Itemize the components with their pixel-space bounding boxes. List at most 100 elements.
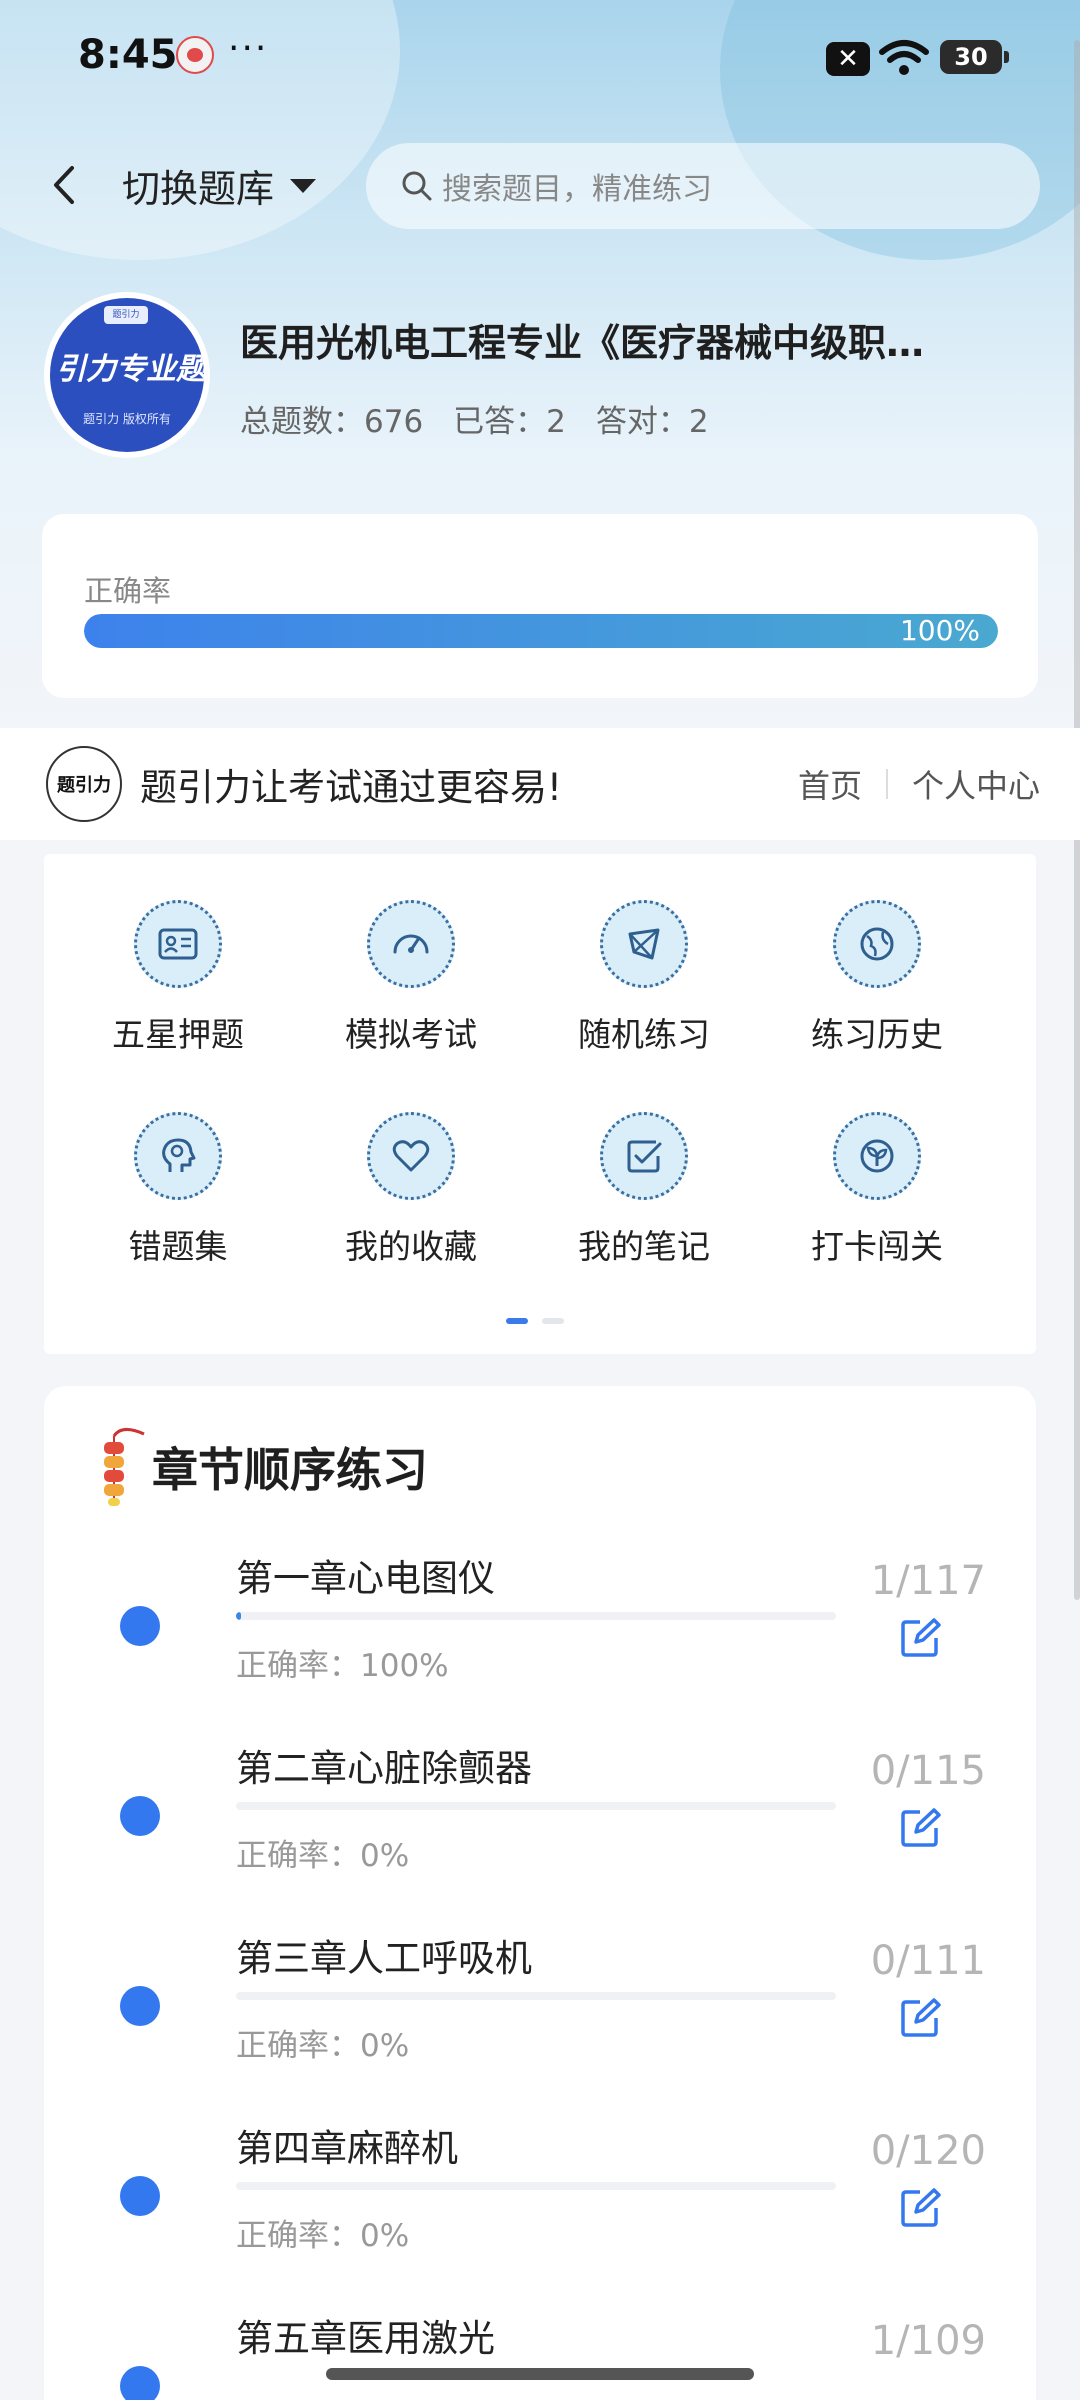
feature-label: 模拟考试: [345, 1015, 477, 1054]
battery-icon: 30: [940, 40, 1009, 74]
back-arrow-icon[interactable]: [44, 160, 84, 210]
logo-title: 引力专业题: [56, 352, 204, 387]
chapter-name: 第三章人工呼吸机: [236, 1937, 532, 1980]
promo-banner: 题引力 题引力让考试通过更容易! 首页 个人中心: [0, 728, 1080, 840]
chapter-progress-bar: [236, 2182, 836, 2190]
personal-center-link[interactable]: 个人中心: [912, 761, 1040, 807]
wifi-icon: [879, 40, 929, 75]
chapter-item[interactable]: 第一章心电图仪 正确率：100% 1/117: [44, 1548, 1036, 1738]
chapter-item[interactable]: 第二章心脏除颤器 正确率：0% 0/115: [44, 1738, 1036, 1928]
chapter-item[interactable]: 第五章医用激光 1/109: [44, 2308, 1036, 2400]
bank-stats: 总题数：676 已答：2 答对：2: [240, 396, 709, 441]
chapter-count: 0/120: [870, 2128, 986, 2174]
feature-five-star[interactable]: 五星押题: [78, 900, 278, 1060]
feature-notes[interactable]: 我的笔记: [544, 1112, 744, 1272]
chapter-practice-card: 章节顺序练习 第一章心电图仪 正确率：100% 1/117 第二章心脏除颤器 正…: [44, 1386, 1036, 2400]
chapter-section-title: 章节顺序练习: [152, 1443, 428, 1497]
note-check-icon: [600, 1112, 688, 1200]
page-dot[interactable]: [542, 1318, 564, 1324]
sprout-icon: [833, 1112, 921, 1200]
edit-icon[interactable]: [898, 1996, 942, 2040]
chapter-name: 第二章心脏除颤器: [236, 1747, 532, 1790]
chapter-progress-bar: [236, 1802, 836, 1810]
chapter-dot: [120, 2176, 160, 2216]
accuracy-value: 100%: [899, 614, 980, 647]
edit-icon[interactable]: [898, 1806, 942, 1850]
close-box-icon: ✕: [826, 42, 870, 76]
accuracy-progress-bar: 100%: [84, 614, 998, 648]
switch-bank-dropdown[interactable]: 切换题库: [122, 158, 317, 213]
chapter-dot: [120, 2366, 160, 2400]
stat-total: 总题数：676: [240, 404, 424, 440]
random-shape-icon: [600, 900, 688, 988]
chapter-item[interactable]: 第三章人工呼吸机 正确率：0% 0/111: [44, 1928, 1036, 2118]
feature-grid: 五星押题 模拟考试 随机练习 练习历史 错题集 我的收藏 我的笔记 打卡闯关: [44, 854, 1036, 1354]
search-input[interactable]: 搜索题目，精准练习: [366, 143, 1040, 229]
feature-checkin[interactable]: 打卡闯关: [777, 1112, 977, 1272]
banner-slogan: 题引力让考试通过更容易!: [140, 766, 562, 809]
chapter-count: 0/111: [870, 1938, 986, 1984]
switch-bank-label: 切换题库: [122, 167, 275, 211]
logo-badge: 题引力: [104, 306, 148, 324]
feature-label: 随机练习: [578, 1015, 710, 1054]
home-indicator[interactable]: [326, 2368, 754, 2380]
feature-label: 我的收藏: [345, 1227, 477, 1266]
feature-label: 打卡闯关: [811, 1227, 943, 1266]
feature-label: 练习历史: [811, 1015, 943, 1054]
chapter-progress-bar: [236, 1992, 836, 2000]
stat-answered: 已答：2: [453, 404, 566, 440]
heart-icon: [367, 1112, 455, 1200]
bank-title: 医用光机电工程专业《医疗器械中级职…: [240, 321, 925, 365]
feature-history[interactable]: 练习历史: [777, 900, 977, 1060]
more-notifications-icon: ···: [228, 28, 269, 69]
feature-random-practice[interactable]: 随机练习: [544, 900, 744, 1060]
feature-mock-exam[interactable]: 模拟考试: [311, 900, 511, 1060]
logo-subtitle: 题引力 版权所有: [83, 412, 171, 426]
search-placeholder: 搜索题目，精准练习: [442, 172, 712, 207]
chapter-progress-bar: [236, 1612, 836, 1620]
app-notification-icon: [176, 36, 214, 74]
chapter-accuracy: 正确率：0%: [236, 1838, 410, 1874]
feature-label: 错题集: [128, 1227, 228, 1266]
home-link[interactable]: 首页: [798, 761, 862, 807]
chapter-count: 0/115: [870, 1748, 986, 1794]
speedometer-icon: [367, 900, 455, 988]
chapter-accuracy: 正确率：100%: [236, 1648, 449, 1684]
stat-correct: 答对：2: [595, 404, 709, 440]
bank-logo: 题引力 引力专业题 题引力 版权所有: [44, 292, 210, 458]
edit-icon[interactable]: [898, 1616, 942, 1660]
accuracy-label: 正确率: [84, 574, 172, 608]
accuracy-card: 正确率 100%: [42, 514, 1038, 698]
status-bar: 8:45 ··· ✕ 30: [0, 0, 1080, 120]
chapter-progress-fill: [236, 1612, 242, 1620]
id-card-icon: [134, 900, 222, 988]
feature-wrong-questions[interactable]: 错题集: [78, 1112, 278, 1272]
chapter-accuracy: 正确率：0%: [236, 2028, 410, 2064]
chapter-count: 1/117: [870, 1558, 986, 1604]
chapter-header: 章节顺序练习: [94, 1422, 428, 1512]
chapter-name: 第四章麻醉机: [236, 2127, 458, 2170]
page-dot-active[interactable]: [506, 1318, 528, 1324]
page-indicator: [506, 1318, 564, 1324]
feature-label: 我的笔记: [578, 1227, 710, 1266]
edit-icon[interactable]: [898, 2186, 942, 2230]
chapter-dot: [120, 1796, 160, 1836]
globe-icon: [833, 900, 921, 988]
chapter-dot: [120, 1606, 160, 1646]
status-time: 8:45: [78, 32, 178, 78]
chapter-item[interactable]: 第四章麻醉机 正确率：0% 0/120: [44, 2118, 1036, 2308]
feature-favorites[interactable]: 我的收藏: [311, 1112, 511, 1272]
banner-logo: 题引力: [46, 746, 122, 822]
chapter-name: 第五章医用激光: [236, 2317, 495, 2360]
head-icon: [134, 1112, 222, 1200]
divider: [885, 769, 888, 799]
feature-label: 五星押题: [112, 1015, 244, 1054]
accuracy-progress-fill: [84, 614, 998, 648]
search-icon: [402, 171, 432, 201]
chapter-count: 1/109: [870, 2318, 986, 2364]
chapter-name: 第一章心电图仪: [236, 1557, 495, 1600]
firecracker-icon: [104, 1428, 145, 1506]
chapter-accuracy: 正确率：0%: [236, 2218, 410, 2254]
chapter-dot: [120, 1986, 160, 2026]
caret-down-icon: [290, 178, 317, 193]
